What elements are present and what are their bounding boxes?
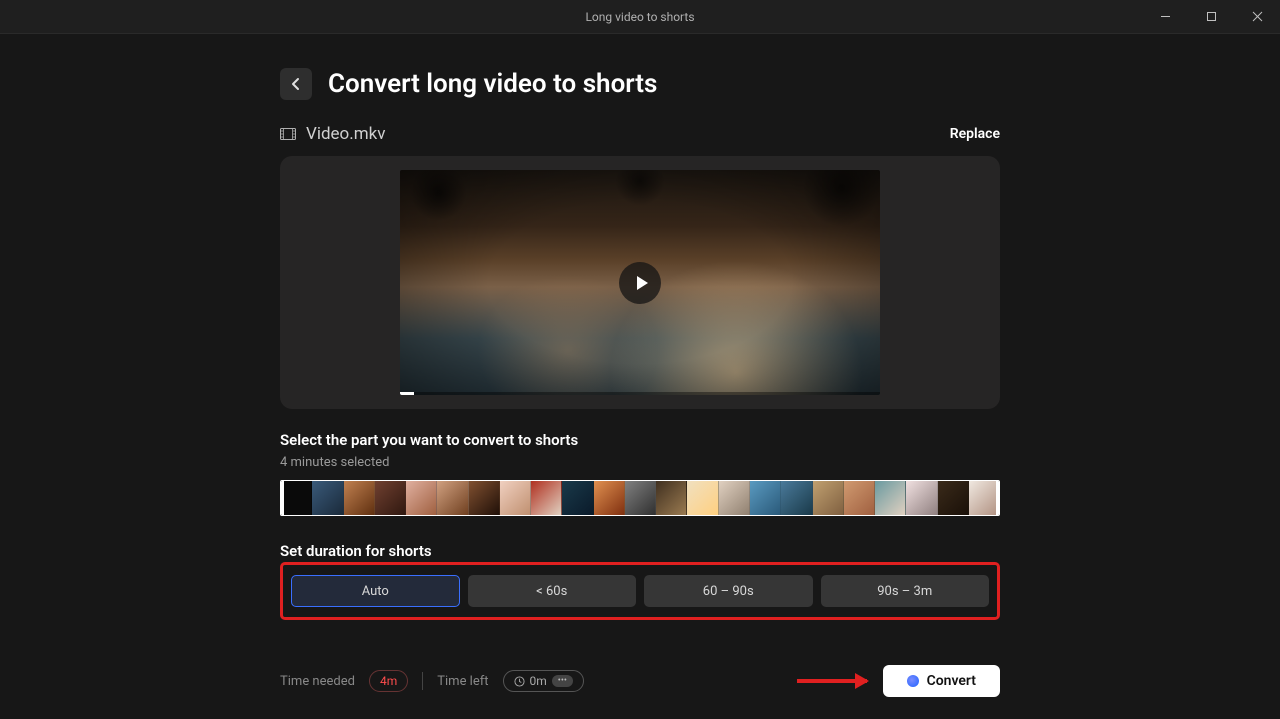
play-button[interactable]: [619, 262, 661, 304]
footer-bar: Time needed 4m Time left 0m ••• Convert: [280, 665, 1000, 697]
timeline-thumb: [469, 481, 500, 515]
video-file-icon: [280, 128, 296, 140]
timeline-selector[interactable]: [280, 480, 1000, 516]
footer-divider: [422, 672, 423, 690]
minimize-button[interactable]: [1142, 0, 1188, 34]
timeline-thumb: [344, 481, 375, 515]
timeline-thumb: [312, 481, 343, 515]
close-button[interactable]: [1234, 0, 1280, 34]
time-needed-label: Time needed: [280, 674, 355, 689]
timeline-thumb: [281, 481, 312, 515]
video-progress[interactable]: [400, 392, 880, 395]
video-frame[interactable]: [400, 170, 880, 395]
timeline-thumb: [625, 481, 656, 515]
page-header: Convert long video to shorts: [280, 68, 1000, 100]
credits-indicator: •••: [552, 675, 573, 687]
timeline-thumb: [938, 481, 969, 515]
file-name: Video.mkv: [306, 124, 386, 144]
timeline-thumb: [500, 481, 531, 515]
file-row: Video.mkv Replace: [280, 124, 1000, 144]
timeline-thumb: [562, 481, 593, 515]
timeline-thumb: [875, 481, 906, 515]
timeline-thumb: [594, 481, 625, 515]
timeline-handle-right[interactable]: [996, 480, 1000, 516]
maximize-button[interactable]: [1188, 0, 1234, 34]
duration-option-3[interactable]: 90s – 3m: [821, 575, 990, 607]
timeline-handle-left[interactable]: [280, 480, 284, 516]
video-preview-box: [280, 156, 1000, 409]
annotation-arrow: [797, 679, 867, 683]
timeline-thumb: [969, 481, 999, 515]
timeline-thumb: [719, 481, 750, 515]
time-left-pill: 0m •••: [503, 670, 584, 692]
timeline-thumb: [750, 481, 781, 515]
back-button[interactable]: [280, 68, 312, 100]
titlebar: Long video to shorts: [0, 0, 1280, 34]
window-controls: [1142, 0, 1280, 33]
replace-button[interactable]: Replace: [950, 126, 1000, 142]
duration-option-1[interactable]: < 60s: [468, 575, 637, 607]
duration-options: Auto< 60s60 – 90s90s – 3m: [291, 575, 989, 607]
time-left-label: Time left: [437, 674, 488, 689]
chevron-left-icon: [289, 77, 303, 91]
time-needed-pill: 4m: [369, 670, 408, 692]
window-title: Long video to shorts: [585, 10, 694, 24]
ai-sparkle-icon: [907, 675, 919, 687]
select-section-subtitle: 4 minutes selected: [280, 455, 1000, 470]
timeline-thumb: [781, 481, 812, 515]
duration-option-0[interactable]: Auto: [291, 575, 460, 607]
timeline-thumb: [687, 481, 718, 515]
timeline-thumb: [813, 481, 844, 515]
timeline-thumb: [437, 481, 468, 515]
annotation-highlight: Auto< 60s60 – 90s90s – 3m: [280, 562, 1000, 620]
timeline-thumb: [406, 481, 437, 515]
timeline-thumb: [906, 481, 937, 515]
play-icon: [634, 275, 650, 291]
convert-button[interactable]: Convert: [883, 665, 1000, 697]
duration-option-2[interactable]: 60 – 90s: [644, 575, 813, 607]
clock-icon: [514, 676, 525, 687]
timeline-thumb: [844, 481, 875, 515]
timeline-thumb: [531, 481, 562, 515]
timeline-thumb: [656, 481, 687, 515]
page-title: Convert long video to shorts: [328, 69, 657, 99]
timeline-thumb: [375, 481, 406, 515]
select-section-title: Select the part you want to convert to s…: [280, 431, 1000, 449]
duration-section-title: Set duration for shorts: [280, 542, 1000, 560]
